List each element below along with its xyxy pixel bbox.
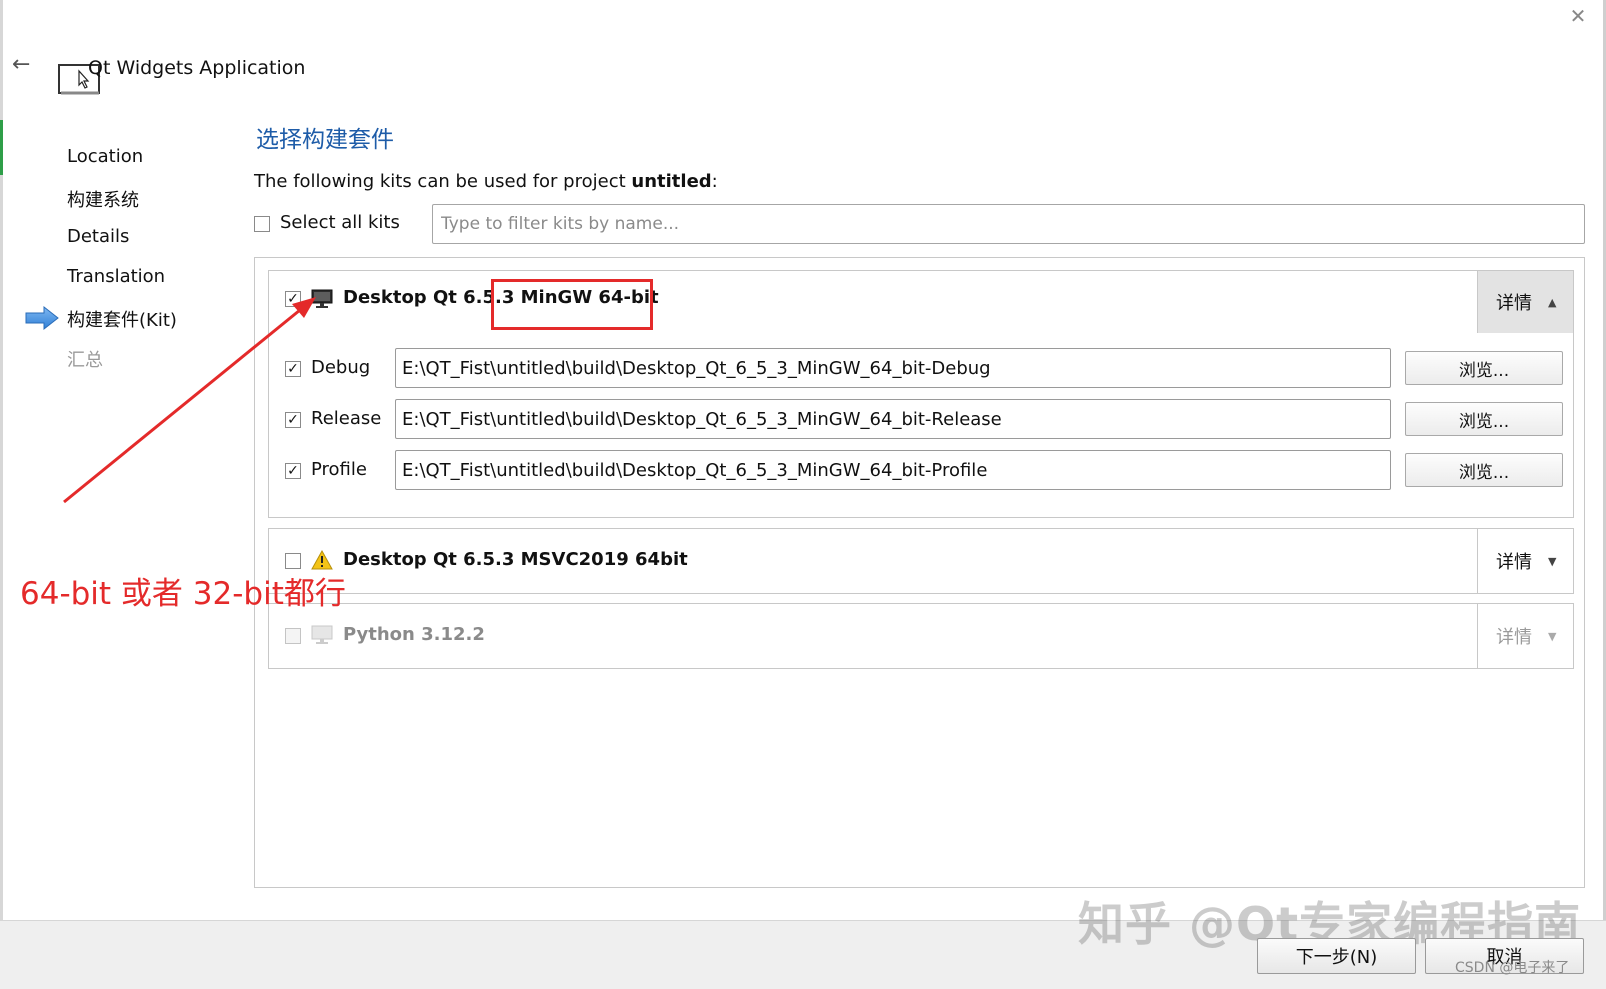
release-browse-button[interactable]: 浏览... <box>1405 402 1563 436</box>
chevron-down-icon: ▼ <box>1548 629 1557 643</box>
profile-path-input[interactable] <box>395 450 1391 490</box>
release-path-input[interactable] <box>395 399 1391 439</box>
kit-python: Python 3.12.2 详情 ▼ <box>268 603 1574 669</box>
details-label: 详情 <box>1496 293 1532 314</box>
profile-browse-button[interactable]: 浏览... <box>1405 453 1563 487</box>
select-all-kits-label: Select all kits <box>280 212 400 233</box>
chevron-up-icon: ▲ <box>1548 295 1557 309</box>
kit-msvc-details-button[interactable]: 详情 ▼ <box>1477 529 1573 593</box>
sidebar-item-build-system: 构建系统 <box>67 190 139 211</box>
current-step-arrow-icon <box>24 305 60 331</box>
page-heading: 选择构建套件 <box>256 127 394 153</box>
kit-python-name: Python 3.12.2 <box>343 624 485 645</box>
arrow-left-icon[interactable]: ← <box>12 52 38 78</box>
sidebar-item-translation: Translation <box>67 266 166 287</box>
debug-checkbox[interactable]: ✓ <box>285 361 301 377</box>
chevron-down-icon: ▼ <box>1548 554 1557 568</box>
highlight-box <box>491 279 653 330</box>
release-label: Release <box>311 408 382 429</box>
debug-browse-button[interactable]: 浏览... <box>1405 351 1563 385</box>
debug-label: Debug <box>311 357 371 378</box>
kit-mingw-checkbox[interactable]: ✓ <box>285 291 301 307</box>
release-checkbox[interactable]: ✓ <box>285 412 301 428</box>
monitor-icon <box>311 625 333 645</box>
kit-mingw: ✓ Desktop Qt 6.5.3 MinGW 64-bit 详情 ▲ ✓ De… <box>268 270 1574 518</box>
kit-filter-input[interactable] <box>432 204 1585 244</box>
kit-mingw-details-button[interactable]: 详情 ▲ <box>1477 271 1573 333</box>
kit-msvc: Desktop Qt 6.5.3 MSVC2019 64bit 详情 ▼ <box>268 528 1574 594</box>
select-all-kits-checkbox[interactable] <box>254 216 270 232</box>
annotation-note: 64-bit 或者 32-bit都行 <box>20 576 346 612</box>
details-label: 详情 <box>1496 627 1532 648</box>
sidebar-item-summary: 汇总 <box>67 350 103 371</box>
next-button[interactable]: 下一步(N) <box>1257 938 1416 974</box>
sidebar-item-kit: 构建套件(Kit) <box>67 310 177 331</box>
details-label: 详情 <box>1496 552 1532 573</box>
kit-msvc-checkbox[interactable] <box>285 553 301 569</box>
intro-text: The following kits can be used for proje… <box>254 171 718 192</box>
warning-icon <box>311 549 333 570</box>
close-icon[interactable]: ✕ <box>1566 4 1590 28</box>
debug-path-input[interactable] <box>395 348 1391 388</box>
project-name: untitled <box>631 171 712 192</box>
kit-python-details-button[interactable]: 详情 ▼ <box>1477 604 1573 668</box>
sidebar-item-location: Location <box>67 146 144 167</box>
profile-checkbox[interactable]: ✓ <box>285 463 301 479</box>
kit-msvc-name: Desktop Qt 6.5.3 MSVC2019 64bit <box>343 549 688 570</box>
csdn-watermark: CSDN @电子来了 <box>1455 960 1570 976</box>
kit-python-checkbox[interactable] <box>285 628 301 644</box>
sidebar-item-details: Details <box>67 226 130 247</box>
monitor-icon <box>311 289 333 309</box>
profile-label: Profile <box>311 459 367 480</box>
wizard-title: Qt Widgets Application <box>88 57 306 79</box>
background-window-strip <box>0 120 3 175</box>
